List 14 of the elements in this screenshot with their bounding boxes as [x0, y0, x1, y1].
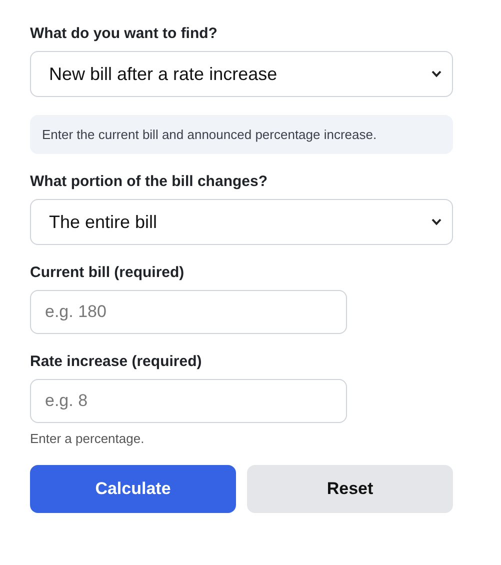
- field-label: What do you want to find?: [30, 24, 218, 44]
- chevron-down-icon: [431, 218, 442, 226]
- chevron-down-icon: [431, 70, 442, 78]
- dropdown[interactable]: New bill after a rate increase: [30, 51, 453, 97]
- calculate-button[interactable]: Calculate: [30, 465, 236, 513]
- input-field[interactable]: e.g. 8: [30, 379, 347, 423]
- field-label: Current bill (required): [30, 263, 186, 283]
- field-label: What portion of the bill changes?: [30, 172, 268, 192]
- info-note: Enter the current bill and announced percentage increase.: [30, 115, 453, 154]
- reset-button[interactable]: Reset: [247, 465, 453, 513]
- dropdown[interactable]: The entire bill: [30, 199, 453, 245]
- field-label: Rate increase (required): [30, 352, 203, 372]
- input-field[interactable]: e.g. 180: [30, 290, 347, 334]
- hint-text: Enter a percentage.: [30, 431, 146, 447]
